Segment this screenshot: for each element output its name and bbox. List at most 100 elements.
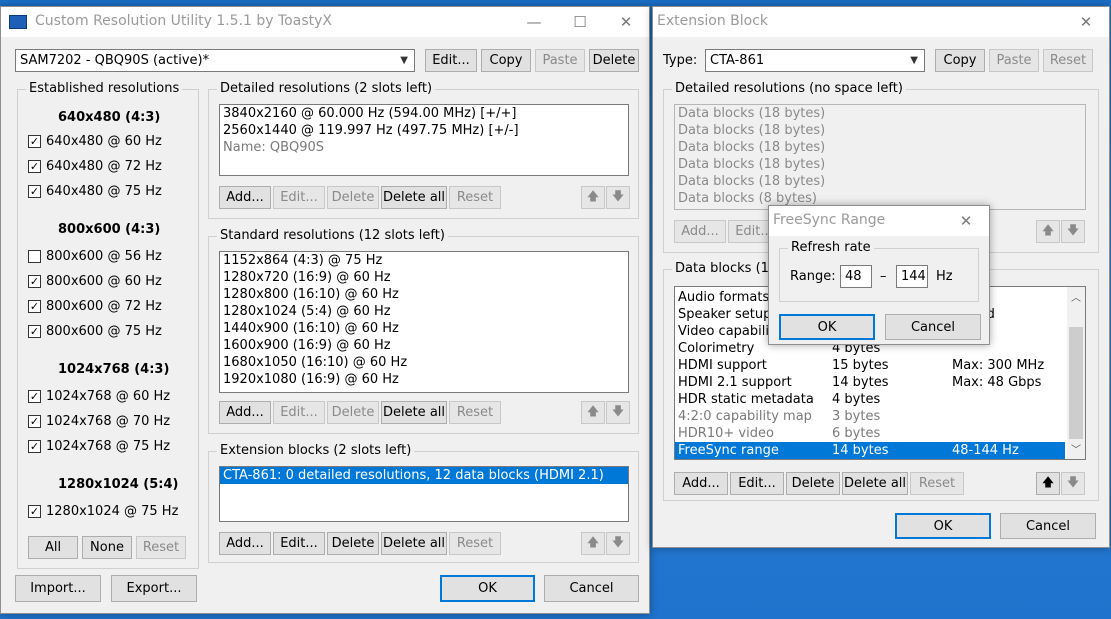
edit-extension-button[interactable]: Edit...	[273, 532, 325, 555]
delete-all-detailed-button[interactable]: Delete all	[381, 186, 447, 209]
checkbox-800x600-56[interactable]: 800x600 @ 56 Hz	[28, 247, 162, 265]
export-button[interactable]: Export...	[111, 575, 197, 602]
delete-detailed-button[interactable]: Delete	[327, 186, 379, 209]
move-up-icon[interactable]: 🡅	[581, 401, 605, 424]
ext-delete-data-button[interactable]: Delete	[786, 472, 840, 495]
add-detailed-button[interactable]: Add...	[219, 186, 271, 209]
scrollbar-thumb[interactable]	[1069, 327, 1083, 439]
edit-monitor-button[interactable]: Edit...	[425, 49, 477, 72]
move-down-icon[interactable]: 🡇	[606, 186, 630, 209]
move-down-icon[interactable]: 🡇	[1061, 472, 1085, 495]
ext-detailed-list[interactable]: Data blocks (18 bytes) Data blocks (18 b…	[674, 104, 1086, 210]
import-button[interactable]: Import...	[15, 575, 101, 602]
close-icon[interactable]: ✕	[1063, 7, 1109, 37]
reset-standard-button[interactable]: Reset	[449, 401, 501, 424]
list-item[interactable]: 1280x1024 (5:4) @ 60 Hz	[220, 303, 628, 320]
delete-extension-button[interactable]: Delete	[327, 532, 379, 555]
list-item[interactable]: HDR static metadata 4 bytes	[675, 391, 1085, 408]
move-up-icon[interactable]: 🡅	[581, 186, 605, 209]
close-icon[interactable]: ✕	[943, 206, 989, 236]
list-item[interactable]: 1600x900 (16:9) @ 60 Hz	[220, 337, 628, 354]
reset-established-button[interactable]: Reset	[136, 536, 186, 559]
list-item[interactable]: 1920x1080 (16:9) @ 60 Hz	[220, 371, 628, 388]
none-button[interactable]: None	[82, 536, 132, 559]
type-select[interactable]: CTA-861 ▼	[705, 49, 925, 72]
move-up-icon[interactable]: 🡅	[1036, 220, 1060, 243]
list-item[interactable]: 1680x1050 (16:10) @ 60 Hz	[220, 354, 628, 371]
range-min-input[interactable]: 48	[840, 265, 872, 288]
list-item[interactable]: Data blocks (18 bytes)	[675, 122, 1085, 139]
checkbox-1024x768-75[interactable]: ✓ 1024x768 @ 75 Hz	[28, 437, 170, 455]
checkbox-1024x768-70[interactable]: ✓ 1024x768 @ 70 Hz	[28, 412, 170, 430]
paste-button[interactable]: Paste	[535, 49, 585, 72]
maximize-icon[interactable]: ☐	[557, 7, 603, 37]
checkbox-640x480-72[interactable]: ✓ 640x480 @ 72 Hz	[28, 157, 162, 175]
list-item[interactable]: 1440x900 (16:10) @ 60 Hz	[220, 320, 628, 337]
list-item-selected[interactable]: FreeSync range 14 bytes 48-144 Hz	[675, 442, 1065, 459]
all-button[interactable]: All	[28, 536, 78, 559]
scroll-up-icon[interactable]: ︿	[1071, 289, 1081, 304]
checkbox-800x600-75[interactable]: ✓ 800x600 @ 75 Hz	[28, 322, 162, 340]
move-down-icon[interactable]: 🡇	[606, 532, 630, 555]
ok-button[interactable]: OK	[440, 575, 535, 602]
add-extension-button[interactable]: Add...	[219, 532, 271, 555]
checkbox-800x600-72[interactable]: ✓ 800x600 @ 72 Hz	[28, 297, 162, 315]
ext-reset-data-button[interactable]: Reset	[910, 472, 964, 495]
edit-detailed-button[interactable]: Edit...	[273, 186, 325, 209]
add-standard-button[interactable]: Add...	[219, 401, 271, 424]
checkbox-1280x1024-75[interactable]: ✓ 1280x1024 @ 75 Hz	[28, 502, 178, 520]
ext-add-detailed-button[interactable]: Add...	[674, 220, 726, 243]
list-item[interactable]: 4:2:0 capability map 3 bytes	[675, 408, 1085, 425]
list-item[interactable]: Data blocks (18 bytes)	[675, 105, 1085, 122]
detailed-resolutions-list[interactable]: 3840x2160 @ 60.000 Hz (594.00 MHz) [+/+]…	[219, 104, 629, 176]
list-item[interactable]: Data blocks (18 bytes)	[675, 139, 1085, 156]
extension-blocks-list[interactable]: CTA-861: 0 detailed resolutions, 12 data…	[219, 466, 629, 522]
move-down-icon[interactable]: 🡇	[1061, 220, 1085, 243]
ext-paste-button[interactable]: Paste	[989, 49, 1039, 72]
reset-extension-button[interactable]: Reset	[449, 532, 501, 555]
checkbox-640x480-60[interactable]: ✓ 640x480 @ 60 Hz	[28, 132, 162, 150]
freesync-titlebar[interactable]: FreeSync Range ✕	[769, 206, 989, 236]
list-item[interactable]: 1280x800 (16:10) @ 60 Hz	[220, 286, 628, 303]
list-item[interactable]: 1280x720 (16:9) @ 60 Hz	[220, 269, 628, 286]
list-item[interactable]: Data blocks (18 bytes)	[675, 173, 1085, 190]
data-blocks-scrollbar[interactable]: ︿ ﹀	[1067, 287, 1085, 459]
move-up-icon[interactable]: 🡅	[581, 532, 605, 555]
list-item[interactable]: Data blocks (18 bytes)	[675, 156, 1085, 173]
delete-monitor-button[interactable]: Delete	[589, 49, 639, 72]
list-item[interactable]: CTA-861: 0 detailed resolutions, 12 data…	[220, 467, 628, 484]
freesync-cancel-button[interactable]: Cancel	[885, 314, 981, 340]
standard-resolutions-list[interactable]: 1152x864 (4:3) @ 75 Hz 1280x720 (16:9) @…	[219, 251, 629, 393]
ext-copy-button[interactable]: Copy	[935, 49, 985, 72]
checkbox-640x480-75[interactable]: ✓ 640x480 @ 75 Hz	[28, 182, 162, 200]
list-item[interactable]: HDMI 2.1 support 14 bytes Max: 48 Gbps	[675, 374, 1085, 391]
delete-all-standard-button[interactable]: Delete all	[381, 401, 447, 424]
monitor-select[interactable]: SAM7202 - QBQ90S (active)* ▼	[15, 49, 415, 72]
ext-reset-button[interactable]: Reset	[1043, 49, 1093, 72]
checkbox-1024x768-60[interactable]: ✓ 1024x768 @ 60 Hz	[28, 387, 170, 405]
copy-button[interactable]: Copy	[481, 49, 531, 72]
list-item[interactable]: 2560x1440 @ 119.997 Hz (497.75 MHz) [+/-…	[220, 122, 628, 139]
ext-edit-data-button[interactable]: Edit...	[730, 472, 784, 495]
ext-cancel-button[interactable]: Cancel	[1000, 513, 1096, 539]
edit-standard-button[interactable]: Edit...	[273, 401, 325, 424]
freesync-ok-button[interactable]: OK	[779, 314, 875, 340]
scroll-down-icon[interactable]: ﹀	[1071, 441, 1081, 456]
ext-add-data-button[interactable]: Add...	[674, 472, 728, 495]
list-item[interactable]: HDMI support 15 bytes Max: 300 MHz	[675, 357, 1085, 374]
ext-ok-button[interactable]: OK	[895, 513, 991, 539]
close-icon[interactable]: ✕	[603, 7, 649, 37]
list-item[interactable]: Name: QBQ90S	[220, 139, 628, 156]
list-item[interactable]: HDR10+ video 6 bytes	[675, 425, 1085, 442]
list-item[interactable]: 3840x2160 @ 60.000 Hz (594.00 MHz) [+/+]	[220, 105, 628, 122]
list-item[interactable]: 1152x864 (4:3) @ 75 Hz	[220, 252, 628, 269]
range-max-input[interactable]: 144	[896, 265, 928, 288]
move-up-icon[interactable]: 🡅	[1036, 472, 1060, 495]
ext-titlebar[interactable]: Extension Block ✕	[653, 7, 1109, 37]
minimize-icon[interactable]: —	[511, 7, 557, 37]
move-down-icon[interactable]: 🡇	[606, 401, 630, 424]
ext-delete-all-data-button[interactable]: Delete all	[842, 472, 908, 495]
cancel-button[interactable]: Cancel	[544, 575, 639, 602]
reset-detailed-button[interactable]: Reset	[449, 186, 501, 209]
delete-all-extension-button[interactable]: Delete all	[381, 532, 447, 555]
